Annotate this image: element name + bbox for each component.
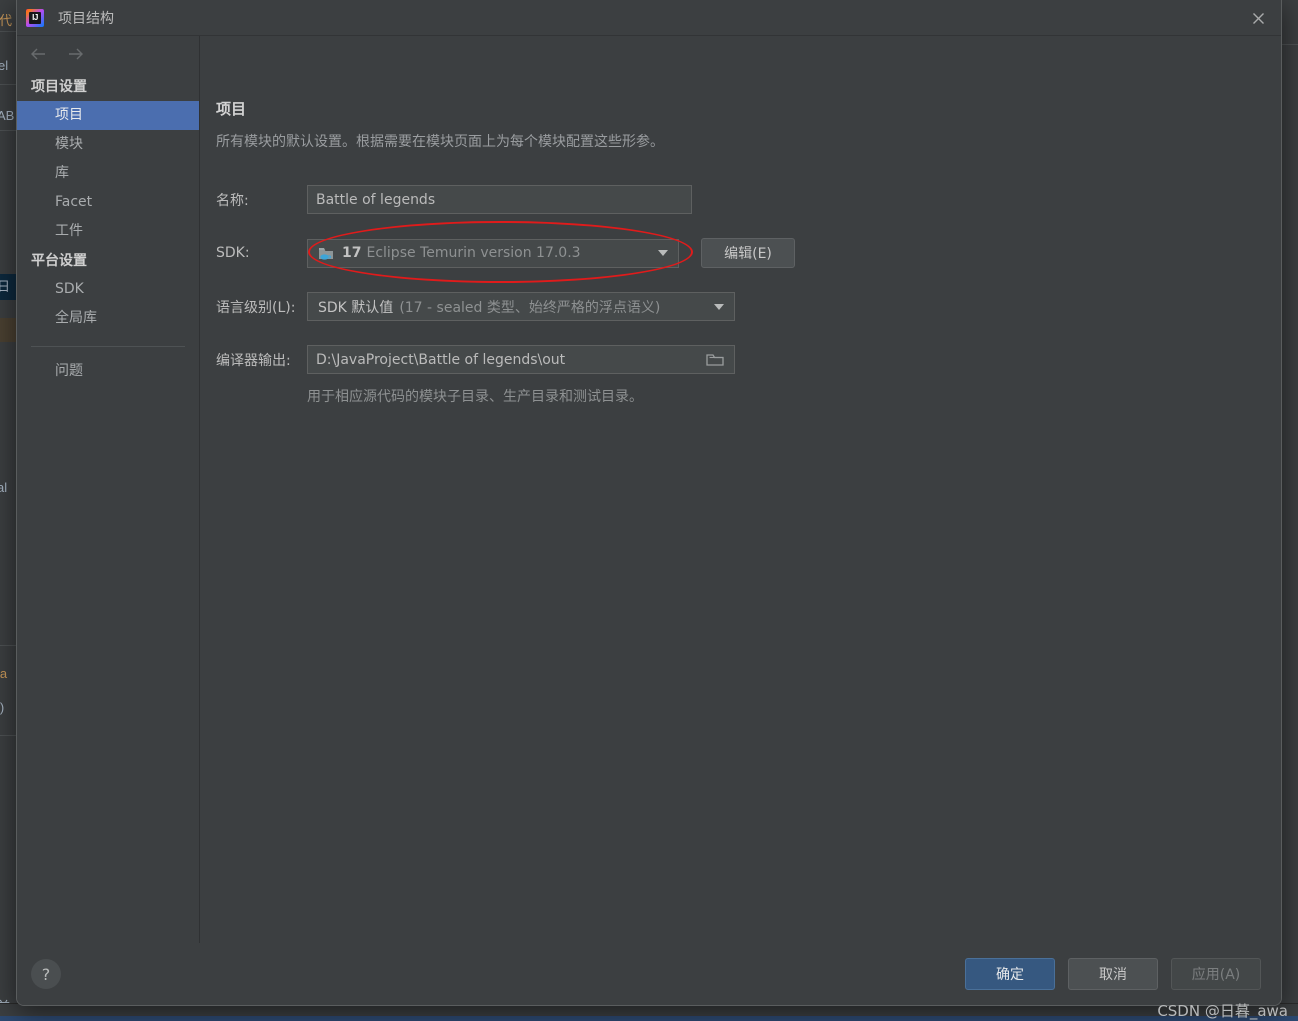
page-title: 项目 [216, 100, 247, 118]
dialog-title: 项目结构 [58, 10, 114, 27]
compiler-output-value: D:\JavaProject\Battle of legends\out [316, 351, 566, 368]
language-level-row: 语言级别(L): SDK 默认值 (17 - sealed 类型、始终严格的浮点… [216, 292, 1281, 321]
chevron-down-icon [714, 303, 724, 310]
dialog-title-bar: IJ 项目结构 [17, 0, 1281, 36]
arrow-left-icon[interactable] [28, 44, 48, 64]
background-right-panel: d e [1280, 0, 1298, 1021]
sidebar-divider [31, 346, 185, 347]
sidebar-item-project[interactable]: 项目 [17, 101, 199, 130]
sdk-version-detail: Eclipse Temurin version 17.0.3 [366, 245, 581, 261]
sdk-label: SDK: [216, 245, 250, 261]
compiler-output-input[interactable]: D:\JavaProject\Battle of legends\out [307, 345, 735, 374]
page-subtitle: 所有模块的默认设置。根据需要在模块页面上为每个模块配置这些形参。 [216, 134, 664, 150]
sidebar-group-project-settings: 项目设置 [31, 79, 87, 95]
sdk-row: SDK: 17 Eclipse Temurin version 17.0.3 编… [216, 221, 1281, 283]
language-level-value: SDK 默认值 [318, 299, 394, 316]
sdk-dropdown[interactable]: 17 Eclipse Temurin version 17.0.3 [307, 238, 679, 268]
language-level-label: 语言级别(L): [216, 299, 296, 316]
navigation-arrows [17, 36, 199, 72]
cancel-button[interactable]: 取消 [1068, 958, 1158, 990]
arrow-right-icon[interactable] [66, 44, 86, 64]
edit-sdk-button[interactable]: 编辑(E) [701, 238, 795, 268]
question-mark-icon[interactable]: ? [31, 959, 61, 989]
sidebar-item-artifacts[interactable]: 工件 [17, 217, 199, 246]
language-level-detail: (17 - sealed 类型、始终严格的浮点语义) [399, 299, 661, 316]
sidebar-item-problems[interactable]: 问题 [17, 357, 199, 386]
sidebar-item-facets[interactable]: Facet [17, 188, 199, 217]
dialog-footer: ? 确定 取消 应用(A) [17, 943, 1281, 1005]
sidebar-item-libraries[interactable]: 库 [17, 159, 199, 188]
java-sdk-folder-icon [319, 247, 333, 260]
language-level-dropdown[interactable]: SDK 默认值 (17 - sealed 类型、始终严格的浮点语义) [307, 292, 735, 321]
project-name-label: 名称: [216, 192, 249, 209]
sidebar-item-modules[interactable]: 模块 [17, 130, 199, 159]
project-name-row: 名称: Battle of legends [216, 185, 1281, 214]
sidebar-group-platform-settings: 平台设置 [31, 253, 87, 269]
ok-button[interactable]: 确定 [965, 958, 1055, 990]
close-icon[interactable] [1235, 0, 1281, 36]
project-name-input[interactable]: Battle of legends [307, 185, 692, 214]
dialog-action-buttons: 确定 取消 应用(A) [965, 958, 1261, 990]
intellij-idea-logo-icon: IJ [26, 8, 44, 27]
compiler-output-hint: 用于相应源代码的模块子目录、生产目录和测试目录。 [307, 389, 643, 405]
csdn-watermark: CSDN @日暮_awa [1157, 1002, 1288, 1020]
folder-icon[interactable] [700, 347, 730, 372]
project-settings-panel: 项目 所有模块的默认设置。根据需要在模块页面上为每个模块配置这些形参。 名称: … [200, 36, 1281, 943]
sidebar-item-global-libraries[interactable]: 全局库 [17, 304, 199, 333]
sidebar-item-sdks[interactable]: SDK [17, 275, 199, 304]
compiler-output-label: 编译器输出: [216, 352, 291, 369]
background-taskbar [0, 1016, 1298, 1021]
chevron-down-icon [658, 250, 668, 256]
apply-button: 应用(A) [1171, 958, 1261, 990]
compiler-output-row: 编译器输出: D:\JavaProject\Battle of legends\… [216, 345, 1281, 374]
settings-sidebar: 项目设置 项目 模块 库 Facet 工件 平台设置 SDK 全局库 问题 [17, 36, 200, 943]
sdk-version-number: 17 [342, 245, 362, 261]
dialog-body: 项目设置 项目 模块 库 Facet 工件 平台设置 SDK 全局库 问题 项目… [17, 36, 1281, 943]
project-structure-dialog: IJ 项目结构 项目设置 项目 模块 库 Facet 工件 平台设置 SDK 全… [16, 0, 1282, 1006]
